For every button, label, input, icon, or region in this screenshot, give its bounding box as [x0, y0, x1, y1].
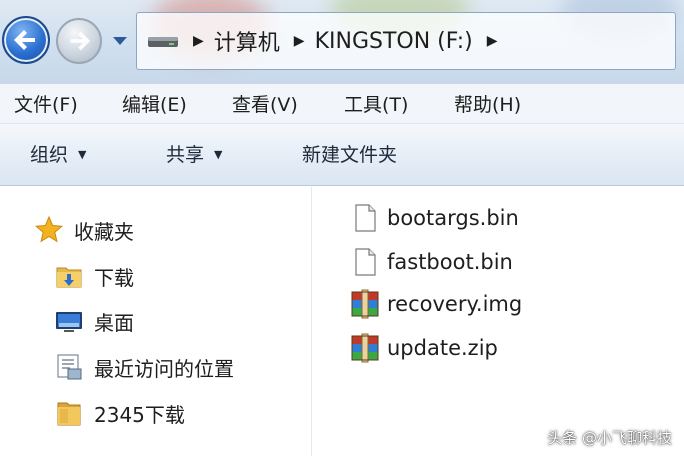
navigation-pane: 收藏夹 下载 桌面 最近访问的位置 2345下载 [0, 187, 312, 456]
nav-item-desktop[interactable]: 桌面 [54, 304, 134, 338]
menu-help[interactable]: 帮助(H) [454, 90, 521, 120]
folder-icon [57, 402, 81, 426]
breadcrumb-drive[interactable]: KINGSTON (F:) [315, 29, 473, 54]
nav-item-recent-places[interactable]: 最近访问的位置 [54, 350, 234, 384]
title-bar: ▶ 计算机 ▶ KINGSTON (F:) ▶ [0, 0, 684, 84]
archive-icon [351, 333, 379, 363]
file-icon [355, 248, 376, 276]
new-folder-button[interactable]: 新建文件夹 [302, 140, 397, 170]
command-bar: 组织 ▼ 共享 ▼ 新建文件夹 [0, 124, 684, 186]
watermark: 头条 @小飞聊科技 [547, 429, 672, 447]
nav-label-desktop: 桌面 [94, 310, 134, 335]
new-folder-label: 新建文件夹 [302, 144, 398, 166]
file-name: bootargs.bin [387, 206, 519, 230]
menu-file[interactable]: 文件(F) [14, 90, 78, 120]
file-name: recovery.img [387, 292, 523, 316]
organize-button[interactable]: 组织 ▼ [30, 140, 86, 170]
archive-icon [351, 289, 379, 319]
file-icon [355, 204, 376, 232]
nav-label-favorites: 收藏夹 [74, 219, 134, 244]
file-item-recovery[interactable]: recovery.img [349, 285, 522, 323]
back-button[interactable] [2, 16, 50, 64]
recent-places-icon [57, 354, 82, 380]
file-item-update[interactable]: update.zip [349, 329, 498, 367]
file-item-fastboot[interactable]: fastboot.bin [349, 243, 513, 281]
share-button[interactable]: 共享 ▼ [166, 140, 222, 170]
download-folder-icon [56, 267, 82, 288]
breadcrumb-separator-icon[interactable]: ▶ [193, 33, 204, 49]
nav-item-favorites[interactable]: 收藏夹 [34, 213, 134, 247]
breadcrumb-computer[interactable]: 计算机 [214, 25, 280, 57]
chevron-down-icon: ▼ [78, 148, 87, 161]
back-arrow-icon [14, 30, 35, 50]
menu-edit[interactable]: 编辑(E) [122, 90, 187, 120]
breadcrumb-separator-icon[interactable]: ▶ [487, 33, 498, 49]
nav-label-recent-places: 最近访问的位置 [94, 356, 234, 381]
chevron-down-icon: ▼ [214, 148, 223, 161]
star-icon [34, 215, 64, 243]
removable-drive-icon [148, 37, 178, 47]
address-bar[interactable]: ▶ 计算机 ▶ KINGSTON (F:) ▶ [136, 12, 676, 70]
file-name: update.zip [387, 336, 498, 360]
organize-label: 组织 [30, 144, 69, 166]
forward-arrow-icon [70, 31, 91, 51]
menu-tools[interactable]: 工具(T) [344, 90, 408, 120]
forward-button[interactable] [56, 18, 102, 64]
breadcrumb-separator-icon[interactable]: ▶ [294, 33, 305, 49]
file-list: bootargs.bin fastboot.bin recovery.img u… [313, 187, 684, 456]
nav-label-2345-downloads: 2345下载 [94, 402, 185, 427]
history-dropdown-icon[interactable] [110, 34, 130, 48]
share-label: 共享 [166, 144, 205, 166]
nav-item-2345-downloads[interactable]: 2345下载 [54, 396, 185, 430]
menu-view[interactable]: 查看(V) [232, 90, 298, 120]
menu-bar: 文件(F) 编辑(E) 查看(V) 工具(T) 帮助(H) [0, 84, 684, 124]
desktop-icon [56, 312, 82, 332]
file-item-bootargs[interactable]: bootargs.bin [349, 199, 519, 237]
nav-item-downloads[interactable]: 下载 [54, 259, 134, 293]
file-name: fastboot.bin [387, 250, 513, 274]
nav-label-downloads: 下载 [94, 265, 134, 290]
